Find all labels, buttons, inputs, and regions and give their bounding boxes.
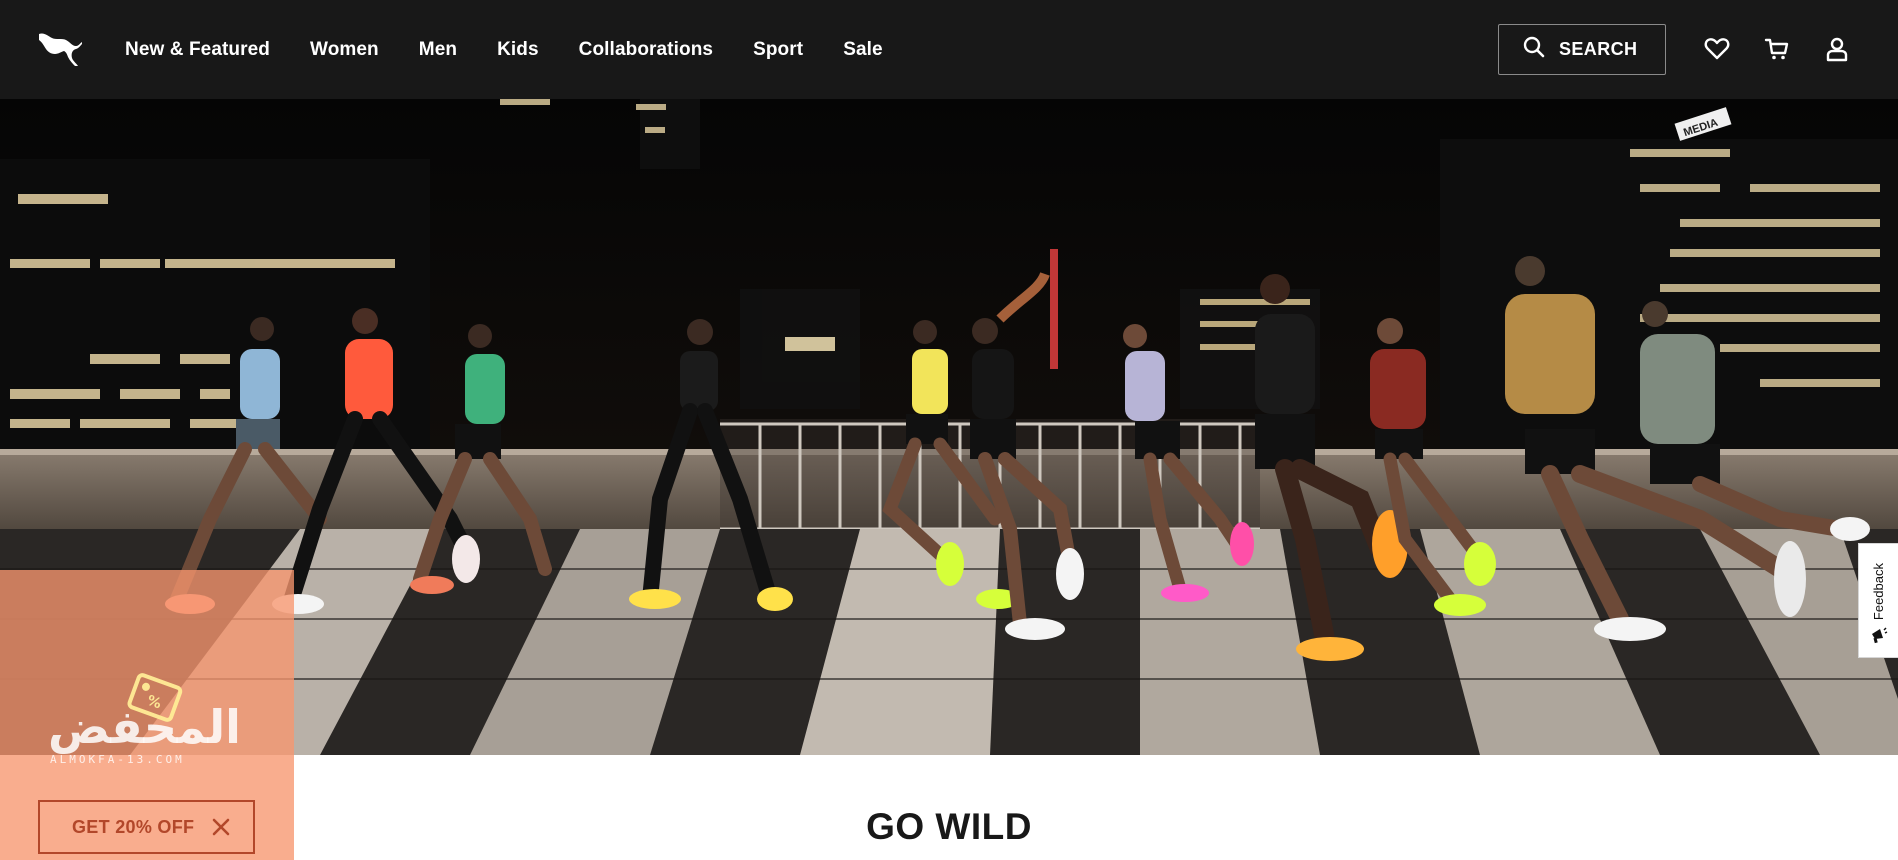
watermark-text: المحفض <box>48 700 241 754</box>
feedback-label: Feedback <box>1871 562 1886 620</box>
site-header: New & Featured Women Men Kids Collaborat… <box>0 0 1898 99</box>
search-label: SEARCH <box>1559 39 1638 59</box>
cart-icon[interactable] <box>1762 34 1792 64</box>
section-title: GO WILD <box>866 806 1032 847</box>
puma-logo-icon[interactable] <box>36 28 84 68</box>
main-nav: New & Featured Women Men Kids Collaborat… <box>125 0 923 99</box>
search-button[interactable]: SEARCH <box>1498 24 1666 75</box>
search-icon <box>1523 36 1545 63</box>
nav-item-sale[interactable]: Sale <box>843 39 883 61</box>
feedback-tab[interactable]: Feedback <box>1858 543 1898 658</box>
nav-item-kids[interactable]: Kids <box>497 39 539 61</box>
nav-item-men[interactable]: Men <box>419 39 457 61</box>
megaphone-icon <box>1870 626 1888 649</box>
nav-item-new-featured[interactable]: New & Featured <box>125 39 270 61</box>
nav-item-collaborations[interactable]: Collaborations <box>579 39 713 61</box>
heart-icon[interactable] <box>1702 34 1732 64</box>
nav-item-sport[interactable]: Sport <box>753 39 803 61</box>
watermark-subtext: ALMOKFA-13.COM <box>50 753 185 766</box>
account-icon[interactable] <box>1822 34 1852 64</box>
nav-item-women[interactable]: Women <box>310 39 379 61</box>
